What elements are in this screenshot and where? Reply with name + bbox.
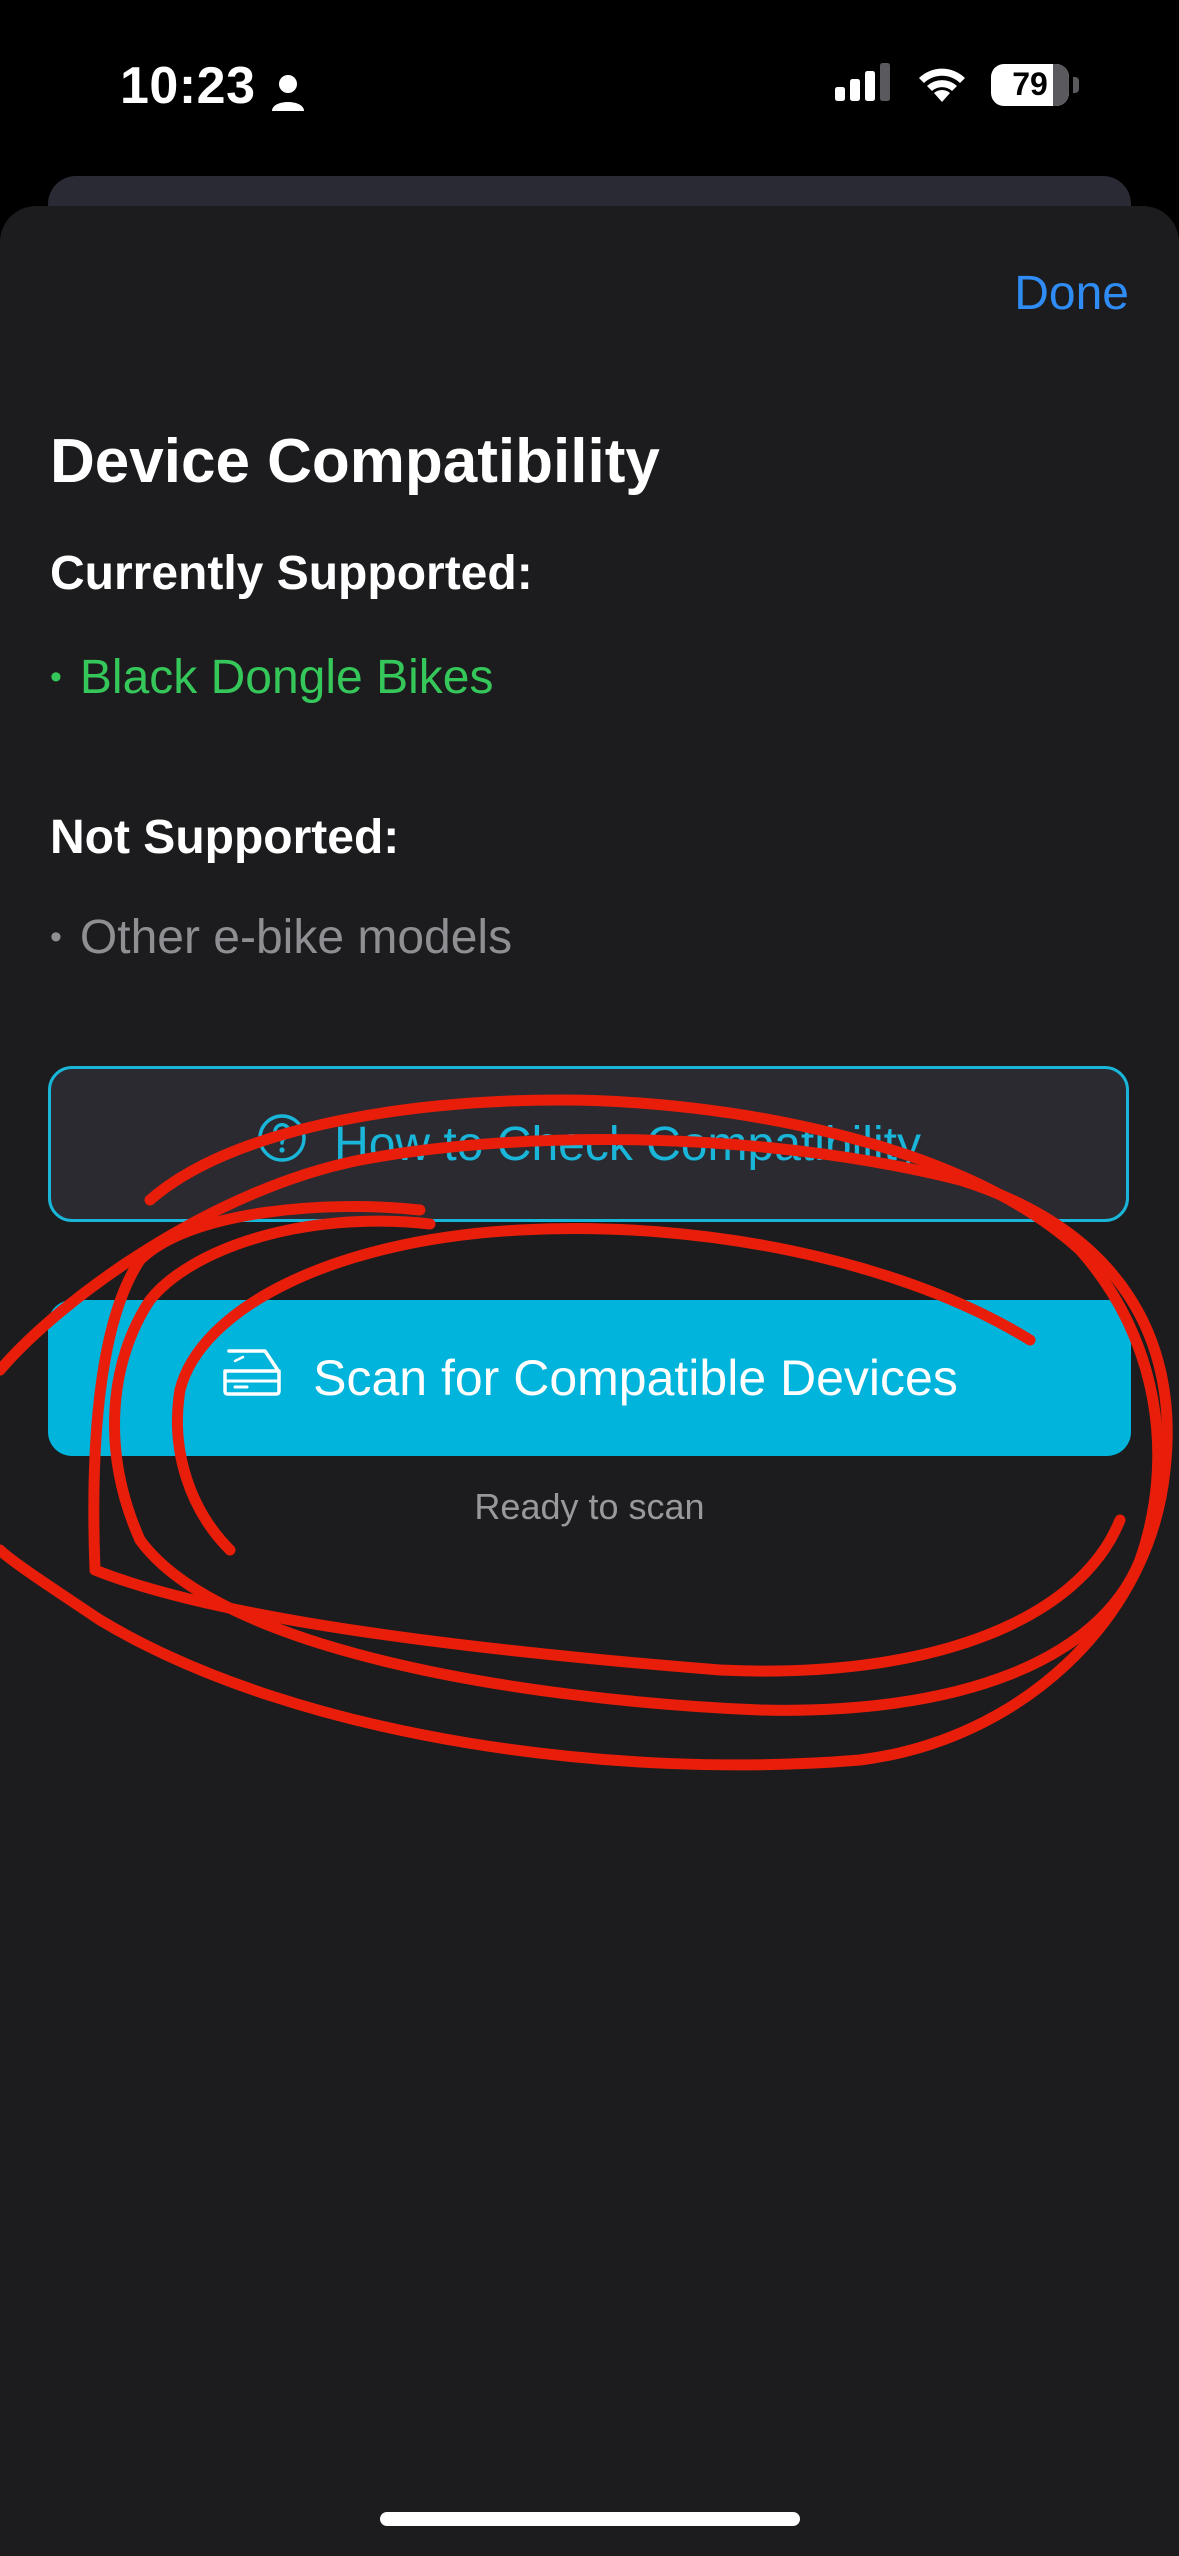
unsupported-item: • Other e-bike models [50, 910, 512, 965]
person-icon [270, 66, 306, 111]
battery-indicator: 79 [991, 63, 1069, 106]
scan-status: Ready to scan [474, 1486, 705, 1527]
status-bar: 10:23 79 [0, 0, 1179, 175]
check-compatibility-label: How to Check Compatibility [334, 1117, 921, 1171]
battery-empty-portion [1052, 63, 1069, 106]
unsupported-item-label: Other e-bike models [79, 911, 513, 964]
unsupported-heading: Not Supported: [50, 811, 400, 864]
supported-item-label: Black Dongle Bikes [79, 651, 494, 704]
battery-percentage: 79 [1012, 66, 1048, 102]
bullet: • [50, 918, 62, 956]
cellular-signal-icon [835, 63, 893, 106]
compatibility-sheet: Done Device Compatibility Currently Supp… [0, 206, 1179, 2556]
question-circle-icon [256, 1112, 308, 1176]
check-compatibility-button[interactable]: How to Check Compatibility [48, 1066, 1129, 1222]
page-title: Device Compatibility [50, 427, 660, 496]
supported-item: • Black Dongle Bikes [50, 650, 493, 705]
scan-devices-button[interactable]: Scan for Compatible Devices [48, 1300, 1131, 1456]
screen: 10:23 79 Done Device Compatibility Curre… [0, 0, 1179, 2556]
wifi-icon [915, 62, 969, 107]
battery-cap [1073, 76, 1079, 93]
scan-devices-label: Scan for Compatible Devices [313, 1350, 958, 1406]
home-indicator[interactable] [380, 2512, 800, 2526]
status-indicators: 79 [835, 62, 1079, 107]
status-time: 10:23 [120, 56, 306, 116]
scanner-icon [221, 1347, 283, 1409]
done-button[interactable]: Done [1014, 266, 1129, 321]
bullet: • [50, 658, 62, 696]
clock: 10:23 [120, 57, 256, 115]
supported-heading: Currently Supported: [50, 547, 533, 600]
